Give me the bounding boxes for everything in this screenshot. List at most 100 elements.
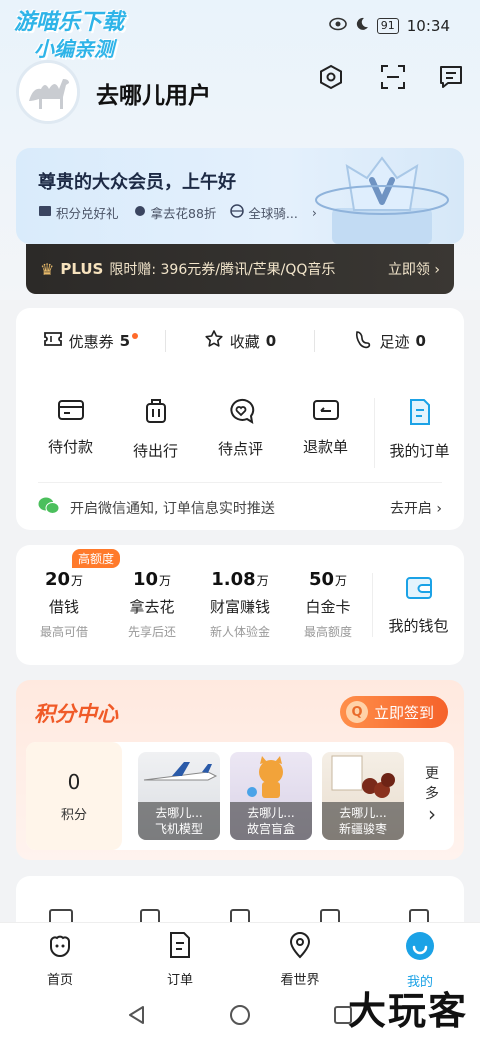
battery-indicator: 91 <box>376 18 399 34</box>
gift-card-icon <box>38 205 52 220</box>
points-panel: 0 积分 去哪儿... 飞机模型 去哪儿... 故宫盲盒 去哪儿... 新疆骏枣 更多… <box>26 742 454 850</box>
back-triangle-icon[interactable] <box>126 1004 148 1030</box>
jujube-icon <box>331 755 395 798</box>
my-wallet-button[interactable]: 我的钱包 <box>372 573 464 637</box>
tab-label: 看世界 <box>280 973 320 988</box>
airplane-model-icon <box>143 762 218 781</box>
tab-explore[interactable]: 看世界 <box>240 923 360 992</box>
pending-payment-button[interactable]: 待付款 <box>28 398 113 468</box>
member-title: 尊贵的大众会员，上午好 <box>38 172 236 193</box>
finance-label: 借钱 <box>48 598 79 616</box>
pending-trip-button[interactable]: 待出行 <box>113 398 198 468</box>
tab-label: 订单 <box>166 973 193 988</box>
location-pin-icon <box>288 931 312 963</box>
plus-promo-bar[interactable]: ♛ PLUS 限时赠: 396元券/腾讯/芒果/QQ音乐 立即领 › <box>26 244 454 294</box>
coupons-count: 5 <box>119 332 131 350</box>
username[interactable]: 去哪儿用户 <box>96 76 211 110</box>
wechat-icon <box>38 496 60 520</box>
notification-dot <box>132 333 139 339</box>
gift-caption: 去哪儿... 故宫盲盒 <box>230 802 312 840</box>
wealth-item[interactable]: 1.08万 财富赚钱 新人体验金 <box>196 545 284 665</box>
gift-item[interactable]: 去哪儿... 故宫盲盒 <box>230 752 312 840</box>
order-label: 我的订单 <box>389 442 450 460</box>
flower-icon <box>133 205 147 220</box>
tab-home[interactable]: 首页 <box>0 923 120 992</box>
order-label: 待点评 <box>217 440 263 458</box>
vip-crown-icon <box>315 156 449 244</box>
cat-figurine-icon <box>247 756 283 798</box>
finance-label: 财富赚钱 <box>209 598 270 616</box>
order-label: 退款单 <box>302 438 348 456</box>
finance-subtext: 最高可借 <box>39 625 88 639</box>
scan-icon[interactable] <box>376 60 410 94</box>
finance-value: 10万 <box>132 569 172 590</box>
finance-row: 20万 借钱 最高可借 10万 拿去花 先享后还 1.08万 财富赚钱 新人体验… <box>16 545 464 665</box>
chevron-right-icon: › <box>428 802 436 826</box>
order-doc-icon <box>168 931 192 963</box>
points-balance[interactable]: 0 积分 <box>26 742 122 850</box>
refund-button[interactable]: 退款单 <box>283 398 368 468</box>
home-camel-icon <box>46 931 74 963</box>
plus-label: PLUS <box>60 260 104 278</box>
refund-icon <box>312 398 340 426</box>
wallet-card-icon <box>57 398 85 426</box>
member-benefit-label: 全球骑... <box>248 206 298 221</box>
profile-face-icon <box>405 931 435 965</box>
history-link[interactable]: 足迹 0 <box>315 326 464 356</box>
member-benefit-points[interactable]: 积分兑好礼 <box>38 203 119 222</box>
coupons-link[interactable]: 优惠券 5 <box>16 326 165 356</box>
platinum-card-item[interactable]: 50万 白金卡 最高额度 <box>284 545 372 665</box>
member-benefit-global[interactable]: 全球骑... <box>230 203 298 222</box>
favorites-count: 0 <box>265 332 277 350</box>
tab-orders[interactable]: 订单 <box>120 923 240 992</box>
finance-card: 高额度 20万 借钱 最高可借 10万 拿去花 先享后还 1.08万 财富赚钱 … <box>16 545 464 665</box>
ticket-icon <box>43 330 63 352</box>
member-benefit-discount[interactable]: 拿去花88折 <box>133 203 217 222</box>
naquhua-item[interactable]: 10万 拿去花 先享后还 <box>108 545 196 665</box>
wechat-notify-row[interactable]: 开启微信通知, 订单信息实时推送 去开启 › <box>38 496 442 520</box>
coupons-label: 优惠券 <box>68 332 114 351</box>
star-icon <box>204 329 224 353</box>
status-icons: 91 10:34 <box>328 17 450 35</box>
plus-claim-button[interactable]: 立即领 › <box>388 259 440 279</box>
gift-item[interactable]: 去哪儿... 新疆骏枣 <box>322 752 404 840</box>
order-label: 待出行 <box>132 442 178 460</box>
member-benefits: 积分兑好礼 拿去花88折 全球骑... › <box>38 203 317 222</box>
points-center-card: 积分中心 Q 立即签到 0 积分 去哪儿... 飞机模型 去哪儿... 故宫盲盒 去… <box>16 680 464 860</box>
pending-review-button[interactable]: 待点评 <box>198 398 283 468</box>
clock: 10:34 <box>406 17 450 35</box>
divider <box>38 482 442 483</box>
moon-icon <box>355 17 369 35</box>
order-label: 待付款 <box>47 438 93 456</box>
watermark-line1: 游喵乐下载 <box>14 10 125 35</box>
finance-subtext: 新人体验金 <box>209 625 270 639</box>
wechat-enable-link[interactable]: 去开启 › <box>390 498 442 518</box>
my-orders-button[interactable]: 我的订单 <box>374 398 464 468</box>
more-gifts-link[interactable]: 更多 › <box>420 764 444 824</box>
heart-bubble-icon <box>227 398 255 428</box>
sign-in-button[interactable]: Q 立即签到 <box>339 696 448 728</box>
settings-icon[interactable] <box>314 60 348 94</box>
globe-icon <box>230 204 245 221</box>
history-count: 0 <box>415 332 426 350</box>
finance-value: 1.08万 <box>211 569 269 590</box>
brand-watermark: 大玩客 <box>347 989 468 1033</box>
favorites-label: 收藏 <box>229 332 260 351</box>
avatar[interactable] <box>16 60 80 124</box>
loan-item[interactable]: 20万 借钱 最高可借 <box>20 545 108 665</box>
order-list-icon <box>408 398 432 430</box>
orders-card: 优惠券 5 收藏 0 足迹 0 待付款 待出行 待点评 退款单 我的订单 开启微… <box>16 308 464 530</box>
camel-avatar-icon <box>19 63 77 121</box>
member-banner[interactable]: 尊贵的大众会员，上午好 积分兑好礼 拿去花88折 全球骑... › <box>16 148 464 244</box>
gift-item[interactable]: 去哪儿... 飞机模型 <box>138 752 220 840</box>
more-label: 更多 <box>425 766 439 802</box>
quick-stats: 优惠券 5 收藏 0 足迹 0 <box>16 326 464 356</box>
luggage-icon <box>144 398 168 430</box>
message-icon[interactable] <box>434 60 468 94</box>
member-benefit-label: 拿去花88折 <box>150 206 217 221</box>
home-circle-icon[interactable] <box>229 1004 251 1030</box>
site-watermark: 游喵乐下载 小编亲测 <box>14 10 164 62</box>
finance-subtext: 先享后还 <box>127 625 176 639</box>
favorites-link[interactable]: 收藏 0 <box>166 326 315 356</box>
eye-icon <box>328 17 347 35</box>
